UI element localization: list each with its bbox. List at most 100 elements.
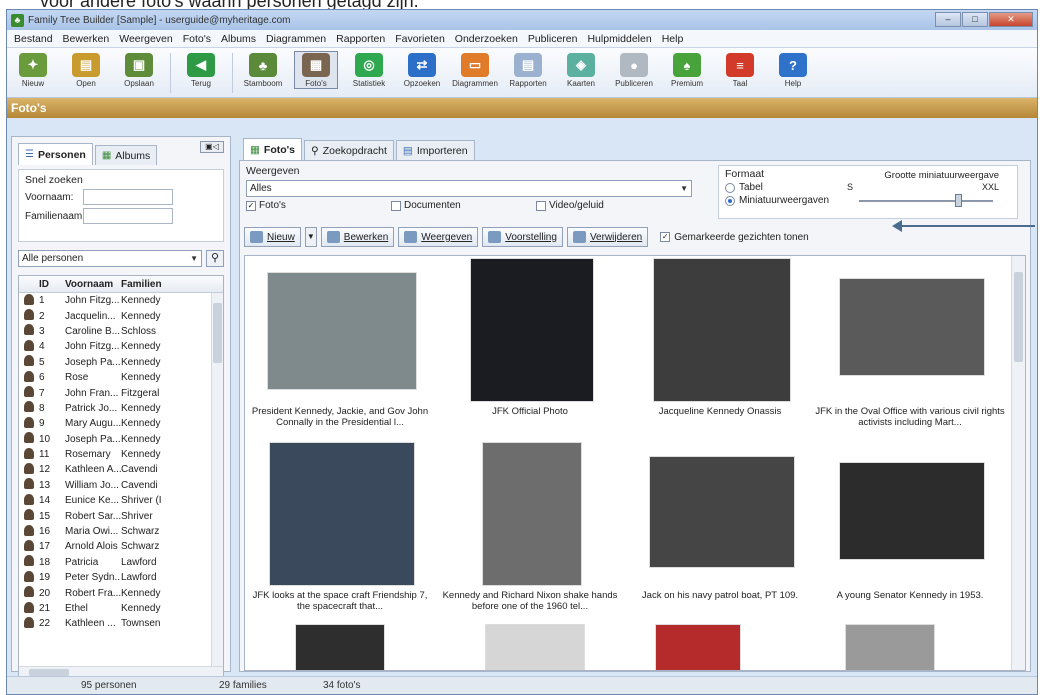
table-row[interactable]: 19 Peter Sydn... Lawford <box>19 570 223 585</box>
table-row[interactable]: 6 Rose Kennedy <box>19 370 223 385</box>
person-icon <box>24 601 34 613</box>
toolbar-button-opzoeken[interactable]: ⇄ Opzoeken <box>400 51 444 89</box>
table-row[interactable]: 15 Robert Sar... Shriver <box>19 508 223 523</box>
menu-diagrammen[interactable]: Diagrammen <box>261 33 331 45</box>
photo-thumbnail[interactable] <box>295 624 385 670</box>
toolbar-button-terug[interactable]: ◀ Terug <box>179 51 223 89</box>
table-row[interactable]: 2 Jacquelin... Kennedy <box>19 308 223 323</box>
toolbar-button-nieuw[interactable]: ✦ Nieuw <box>11 51 55 89</box>
menu-onderzoeken[interactable]: Onderzoeken <box>450 33 523 45</box>
menu-albums[interactable]: Albums <box>216 33 261 45</box>
menu-bestand[interactable]: Bestand <box>9 33 58 45</box>
menu-help[interactable]: Help <box>657 33 689 45</box>
toolbar-button-premium[interactable]: ♠ Premium <box>665 51 709 89</box>
gallery-scrollbar[interactable] <box>1011 256 1025 670</box>
toolbar-button-statistiek[interactable]: ◎ Statistiek <box>347 51 391 89</box>
col-id[interactable]: ID <box>39 279 65 290</box>
edit-button[interactable]: Bewerken <box>320 227 395 247</box>
menu-hulpmiddelen[interactable]: Hulpmiddelen <box>582 33 656 45</box>
tab-personen[interactable]: ☰ Personen <box>18 143 93 165</box>
photo-thumbnail[interactable] <box>649 456 795 568</box>
thumbnail-size-slider[interactable] <box>859 194 993 207</box>
menu-fotos[interactable]: Foto's <box>178 33 216 45</box>
tab-zoekopdracht[interactable]: ⚲ Zoekopdracht <box>304 140 394 160</box>
menu-weergeven[interactable]: Weergeven <box>114 33 178 45</box>
quick-search-group: Snel zoeken Voornaam: Familienaam: <box>18 169 224 242</box>
view-button[interactable]: Weergeven <box>398 227 479 247</box>
table-row[interactable]: 8 Patrick Jo... Kennedy <box>19 401 223 416</box>
toolbar-separator <box>232 53 233 93</box>
table-row[interactable]: 18 Patricia Lawford <box>19 555 223 570</box>
person-filter-select[interactable]: Alle personen ▼ <box>18 250 202 267</box>
table-header: ID Voornaam Familien <box>19 276 223 293</box>
table-row[interactable]: 14 Eunice Ke... Shriver (I <box>19 493 223 508</box>
table-row[interactable]: 9 Mary Augu... Kennedy <box>19 416 223 431</box>
photo-thumbnail[interactable] <box>269 442 415 586</box>
photo-thumbnail[interactable] <box>470 258 594 402</box>
toolbar-button-open[interactable]: ▤ Open <box>64 51 108 89</box>
tab-fotos[interactable]: ▦ Foto's <box>243 138 302 160</box>
last-name-input[interactable] <box>83 208 173 224</box>
photo-thumbnail[interactable] <box>845 624 935 670</box>
toolbar-button-rapporten[interactable]: ▤ Rapporten <box>506 51 550 89</box>
show-tagged-faces-checkbox[interactable]: ✓ Gemarkeerde gezichten tonen <box>660 232 809 243</box>
table-row[interactable]: 7 John Fran... Fitzgeral <box>19 385 223 400</box>
toolbar-button-taal[interactable]: ≡ Taal <box>718 51 762 89</box>
delete-button[interactable]: Verwijderen <box>566 227 649 247</box>
photo-thumbnail[interactable] <box>267 272 417 390</box>
menu-rapporten[interactable]: Rapporten <box>331 33 390 45</box>
col-voornaam[interactable]: Voornaam <box>65 279 121 290</box>
slider-handle[interactable] <box>955 194 962 207</box>
toolbar-button-opslaan[interactable]: ▣ Opslaan <box>117 51 161 89</box>
new-button[interactable]: Nieuw <box>244 227 301 247</box>
menu-favorieten[interactable]: Favorieten <box>390 33 450 45</box>
table-row[interactable]: 11 Rosemary Kennedy <box>19 447 223 462</box>
check-documents[interactable]: Documenten <box>391 200 536 211</box>
close-button[interactable]: ✕ <box>989 12 1033 27</box>
col-familienaam[interactable]: Familien <box>121 279 165 290</box>
toolbar-button-stamboom[interactable]: ♣ Stamboom <box>241 51 285 89</box>
photo-thumbnail[interactable] <box>485 624 585 670</box>
tab-albums[interactable]: ▦ Albums <box>94 145 158 165</box>
photo-thumbnail[interactable] <box>839 462 985 560</box>
check-photos[interactable]: ✓ Foto's <box>246 200 391 211</box>
slideshow-button[interactable]: Voorstelling <box>482 227 563 247</box>
table-row[interactable]: 13 William Jo... Cavendi <box>19 478 223 493</box>
minimize-button[interactable]: – <box>935 12 961 27</box>
view-select[interactable]: Alles ▼ <box>246 180 692 197</box>
toolbar-button-fotos[interactable]: ▦ Foto's <box>294 51 338 89</box>
search-button[interactable]: ⚲ <box>206 250 224 267</box>
photo-thumbnail[interactable] <box>839 278 985 376</box>
table-row[interactable]: 12 Kathleen A... Cavendi <box>19 462 223 477</box>
photo-thumbnail[interactable] <box>653 258 791 402</box>
toolbar-button-help[interactable]: ? Help <box>771 51 815 89</box>
table-row[interactable]: 4 John Fitzg... Kennedy <box>19 339 223 354</box>
table-row[interactable]: 3 Caroline B... Schloss <box>19 324 223 339</box>
person-icon <box>24 293 34 305</box>
photo-thumbnail[interactable] <box>655 624 741 670</box>
menu-bewerken[interactable]: Bewerken <box>58 33 115 45</box>
vertical-scrollbar[interactable] <box>211 293 223 668</box>
table-row[interactable]: 21 Ethel Kennedy <box>19 601 223 616</box>
table-row[interactable]: 17 Arnold Alois Schwarz <box>19 539 223 554</box>
window-title: Family Tree Builder [Sample] - userguide… <box>28 14 291 26</box>
toolbar-button-diagrammen[interactable]: ▭ Diagrammen <box>452 51 498 89</box>
photo-thumbnail[interactable] <box>482 442 582 586</box>
table-row[interactable]: 10 Joseph Pa... Kennedy <box>19 432 223 447</box>
tab-importeren[interactable]: ▤ Importeren <box>395 140 475 160</box>
maximize-button[interactable]: □ <box>962 12 988 27</box>
check-video-audio[interactable]: Video/geluid <box>536 200 681 211</box>
pane-pin-button[interactable]: ▣◁ <box>200 141 224 153</box>
new-dropdown-button[interactable]: ▼ <box>304 227 317 247</box>
table-row[interactable]: 20 Robert Fra... Kennedy <box>19 585 223 600</box>
table-row[interactable]: 22 Kathleen ... Townsen <box>19 616 223 631</box>
menu-publiceren[interactable]: Publiceren <box>523 33 583 45</box>
table-row[interactable]: 1 John Fitzg... Kennedy <box>19 293 223 308</box>
table-row[interactable]: 16 Maria Owi... Schwarz <box>19 524 223 539</box>
person-icon <box>24 570 34 582</box>
person-icon <box>24 493 34 505</box>
table-row[interactable]: 5 Joseph Pa... Kennedy <box>19 355 223 370</box>
toolbar-button-publiceren[interactable]: ● Publiceren <box>612 51 656 89</box>
toolbar-button-kaarten[interactable]: ◈ Kaarten <box>559 51 603 89</box>
first-name-input[interactable] <box>83 189 173 205</box>
